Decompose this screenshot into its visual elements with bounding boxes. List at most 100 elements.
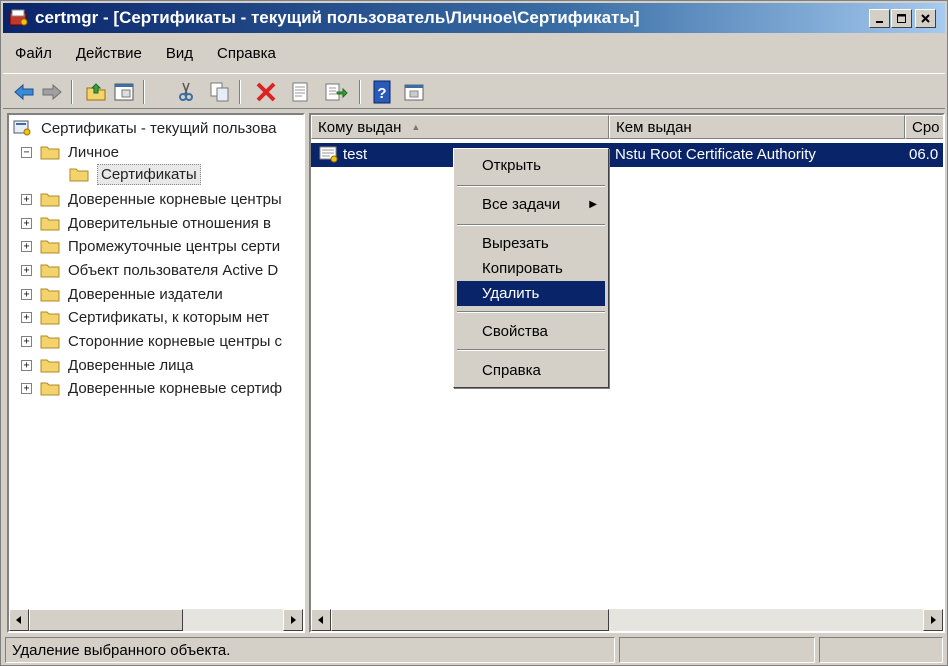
menu-file[interactable]: Файл — [3, 45, 64, 62]
folder-icon — [40, 240, 60, 254]
scroll-right-button[interactable] — [923, 609, 943, 631]
forward-button[interactable] — [39, 79, 65, 105]
export-list-button[interactable] — [323, 79, 349, 105]
tree-item-trusted-publishers[interactable]: + Доверенные издатели — [21, 283, 223, 305]
properties-button[interactable] — [287, 79, 313, 105]
expand-icon[interactable]: + — [21, 240, 32, 252]
tree-item-trusted-people[interactable]: + Доверенные лица — [21, 354, 193, 376]
close-button[interactable] — [915, 9, 936, 28]
toolbar-separator — [143, 80, 145, 104]
table-row[interactable]: test Nstu Root Certificate Authority 06.… — [311, 143, 943, 167]
expand-icon[interactable]: + — [21, 288, 32, 300]
expand-icon[interactable]: + — [21, 193, 32, 205]
tree-item-enterprise-trust[interactable]: + Доверительные отношения в — [21, 212, 271, 234]
menu-separator — [457, 311, 605, 313]
menu-help[interactable]: Справка — [205, 45, 288, 62]
certmgr-app-icon — [9, 9, 28, 26]
folder-icon — [40, 359, 60, 373]
toolbar-separator — [359, 80, 361, 104]
delete-button[interactable] — [253, 79, 279, 105]
tree-horizontal-scrollbar[interactable] — [9, 609, 303, 631]
cell-expiration: 06.0 — [909, 146, 939, 163]
details-pane[interactable]: Кому выдан ▲ Кем выдан Сро test Nstu Roo… — [309, 113, 945, 633]
tree-label: Доверенные лица — [68, 356, 194, 374]
copy-button[interactable] — [207, 79, 233, 105]
column-issued-by[interactable]: Кем выдан — [609, 115, 905, 139]
menu-separator — [457, 224, 605, 226]
view-button[interactable] — [401, 79, 427, 105]
folder-icon — [40, 193, 60, 207]
tree-item-smart-card-root[interactable]: + Доверенные корневые сертиф — [21, 377, 282, 399]
menu-item-properties[interactable]: Свойства — [457, 319, 605, 344]
menu-item-copy[interactable]: Копировать — [457, 256, 605, 281]
expand-icon[interactable]: + — [21, 217, 32, 229]
tree-item-certificates[interactable]: Сертификаты — [69, 163, 201, 185]
menu-item-all-tasks[interactable]: Все задачи ▶ — [457, 192, 605, 217]
menu-bar: Файл Действие Вид Справка — [3, 37, 288, 69]
column-issued-to[interactable]: Кому выдан ▲ — [311, 115, 609, 139]
certificates-snapin-icon — [13, 120, 31, 136]
minimize-button[interactable] — [869, 9, 890, 28]
export-icon — [325, 83, 348, 101]
column-label: Кому выдан — [318, 118, 402, 136]
toolbar: ? — [3, 73, 945, 109]
menu-item-cut[interactable]: Вырезать — [457, 231, 605, 256]
menu-item-help[interactable]: Справка — [457, 358, 605, 383]
menu-view[interactable]: Вид — [154, 45, 205, 62]
status-text: Удаление выбранного объекта. — [12, 641, 231, 659]
folder-icon — [69, 168, 89, 182]
menu-item-open[interactable]: Открыть — [457, 153, 605, 178]
folder-icon — [40, 146, 60, 160]
expand-icon[interactable]: + — [21, 264, 32, 276]
folder-icon — [40, 382, 60, 396]
expand-icon[interactable]: + — [21, 311, 32, 323]
cut-button[interactable] — [173, 79, 199, 105]
column-expiration[interactable]: Сро — [905, 115, 943, 139]
scroll-thumb[interactable] — [29, 609, 183, 631]
scroll-right-button[interactable] — [283, 609, 303, 631]
menu-item-delete[interactable]: Удалить — [457, 281, 605, 306]
tree-label: Промежуточные центры серти — [68, 237, 281, 255]
status-bar-panel — [619, 637, 815, 663]
scroll-left-button[interactable] — [9, 609, 29, 631]
tree-item-third-party-root[interactable]: + Сторонние корневые центры с — [21, 330, 282, 352]
copy-icon — [210, 82, 229, 102]
folder-icon — [40, 264, 60, 278]
menu-item-label: Свойства — [482, 323, 548, 340]
folder-icon — [40, 335, 60, 349]
tree-item-intermediate[interactable]: + Промежуточные центры серти — [21, 235, 280, 257]
tree-label: Объект пользователя Active D — [68, 261, 279, 279]
details-horizontal-scrollbar[interactable] — [311, 609, 943, 631]
column-label: Сро — [912, 118, 940, 136]
show-hide-console-tree-button[interactable] — [111, 79, 137, 105]
expand-icon[interactable]: + — [21, 382, 32, 394]
tree-label: Сертификаты — [97, 163, 201, 185]
forward-icon — [42, 83, 62, 101]
back-button[interactable] — [11, 79, 37, 105]
collapse-icon[interactable]: − — [21, 146, 32, 158]
tree-item-personal[interactable]: − Личное — [21, 141, 119, 163]
context-menu: Открыть Все задачи ▶ Вырезать Копировать… — [453, 148, 609, 388]
close-icon — [920, 13, 930, 23]
expand-icon[interactable]: + — [21, 359, 32, 371]
up-one-level-button[interactable] — [83, 79, 109, 105]
help-button[interactable]: ? — [369, 79, 395, 105]
menu-action[interactable]: Действие — [64, 45, 154, 62]
left-arrow-icon — [318, 616, 323, 624]
folder-icon — [40, 288, 60, 302]
tree-item-untrusted[interactable]: + Сертификаты, к которым нет — [21, 306, 269, 328]
scroll-thumb[interactable] — [331, 609, 609, 631]
tree-item-trusted-root[interactable]: + Доверенные корневые центры — [21, 188, 282, 210]
menu-item-label: Вырезать — [482, 235, 549, 252]
tree-item-active-directory[interactable]: + Объект пользователя Active D — [21, 259, 278, 281]
tree-label: Доверенные корневые сертиф — [68, 379, 283, 397]
expand-icon[interactable]: + — [21, 335, 32, 347]
maximize-button[interactable] — [891, 9, 912, 28]
tree-label: Доверительные отношения в — [68, 214, 272, 232]
title-bar[interactable]: certmgr - [Сертификаты - текущий пользов… — [3, 3, 945, 33]
column-label: Кем выдан — [616, 118, 692, 136]
tree-root[interactable]: Сертификаты - текущий пользова — [13, 117, 276, 139]
scroll-left-button[interactable] — [311, 609, 331, 631]
console-tree[interactable]: Сертификаты - текущий пользова − Личное … — [7, 113, 305, 633]
delete-icon — [256, 82, 276, 102]
